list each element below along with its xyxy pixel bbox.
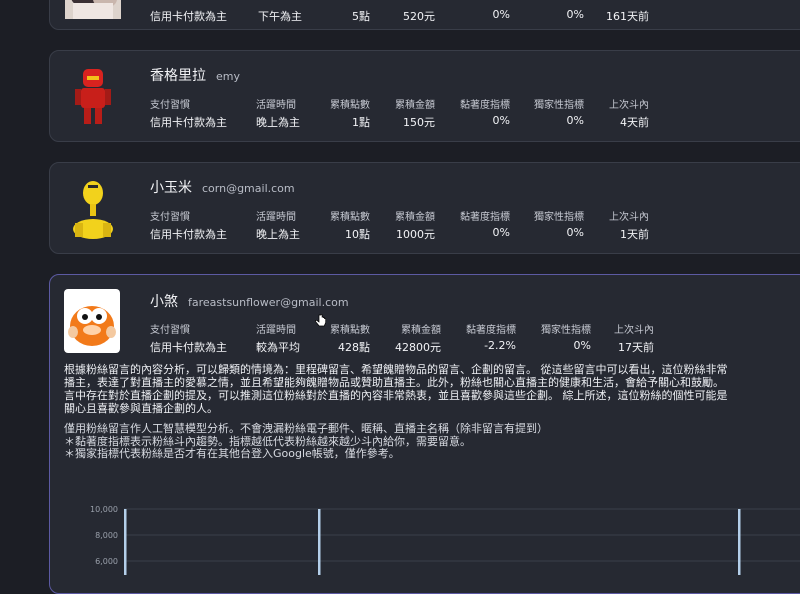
stat-value: 0% xyxy=(566,8,584,21)
stat-value: 1000元 xyxy=(396,228,435,241)
stat-label: 累積金額 xyxy=(395,212,435,223)
stat-label: 累積點數 xyxy=(330,100,370,111)
fan-email: fareastsunflower@gmail.com xyxy=(188,296,349,309)
stat-label: 活躍時間 xyxy=(256,325,296,336)
fan-card-partial[interactable]: 信用卡付款為主 下午為主 5點 520元 0% 0% 161天前 xyxy=(49,0,800,30)
stat-label: 上次斗內 xyxy=(609,100,649,111)
fan-name: 小玉米 xyxy=(150,180,192,196)
stat-value: 信用卡付款為主 xyxy=(150,116,227,129)
bar-edge xyxy=(318,509,321,589)
stat-label: 獨家性指標 xyxy=(534,100,584,111)
stat-label: 累積金額 xyxy=(395,100,435,111)
stat-label: 支付習慣 xyxy=(150,325,190,336)
analysis-line: 播主，表達了對直播主的愛慕之情，並且希望能夠餽贈物品或贊助直播主。此外，粉絲也關… xyxy=(64,376,724,389)
red-robot-icon xyxy=(75,69,111,124)
stat-value: 520元 xyxy=(403,10,435,23)
fan-name-row: 小煞 fareastsunflower@gmail.com xyxy=(150,291,349,311)
stat-value: 0% xyxy=(566,114,584,127)
bar-edge xyxy=(124,509,127,589)
stat-label: 黏著度指標 xyxy=(466,325,516,336)
stat-value: 42800元 xyxy=(395,341,441,354)
stat-value: 0% xyxy=(566,226,584,239)
stat-value: 150元 xyxy=(403,116,435,129)
stat-value: 信用卡付款為主 xyxy=(150,228,227,241)
fan-email: emy xyxy=(216,70,240,83)
stat-value: 17天前 xyxy=(618,341,654,354)
fan-avatar xyxy=(64,65,122,129)
stat-value: 10點 xyxy=(345,228,370,241)
fan-avatar xyxy=(64,177,122,241)
yellow-robot-icon xyxy=(73,181,113,239)
stat-value: 晚上為主 xyxy=(256,228,300,241)
y-tick-label: 8,000 xyxy=(95,531,118,540)
donation-chart: 10,000 8,000 6,000 xyxy=(50,495,800,589)
stat-value: 信用卡付款為主 xyxy=(150,10,227,23)
analysis-line: 言中存在對於直播企劃的提及，可以推測這位粉絲對於直播的內容非常熱衷，並且喜歡參與… xyxy=(64,389,728,402)
fan-card[interactable]: 小玉米 corn@gmail.com 支付習慣 信用卡付款為主 活躍時間 晚上為主 … xyxy=(49,162,800,254)
stat-label: 獨家性指標 xyxy=(541,325,591,336)
stat-label: 黏著度指標 xyxy=(460,212,510,223)
stat-value: 1天前 xyxy=(620,228,649,241)
stat-label: 活躍時間 xyxy=(256,100,296,111)
mouse-cursor-icon xyxy=(315,313,327,332)
analysis-notes: 僅用粉絲留言作人工智慧模型分析。不會洩漏粉絲電子郵件、暱稱、直播主名稱（除非留言… xyxy=(64,422,800,461)
stat-value: 0% xyxy=(492,8,510,21)
stat-value: -2.2% xyxy=(484,339,516,352)
fan-avatar xyxy=(64,0,122,19)
fan-email: corn@gmail.com xyxy=(202,182,295,195)
fan-name: 小煞 xyxy=(150,294,178,310)
stat-label: 活躍時間 xyxy=(256,212,296,223)
note-line: ＊獨家指標代表粉絲是否才有在其他台登入Google帳號，僅作參考。 xyxy=(64,447,400,460)
stat-label: 支付習慣 xyxy=(150,100,190,111)
stat-label: 累積金額 xyxy=(401,325,441,336)
stat-value: 161天前 xyxy=(606,10,649,23)
anime-avatar-icon xyxy=(65,0,121,19)
stat-value: 0% xyxy=(573,339,591,352)
stat-value: 1點 xyxy=(352,116,370,129)
stat-value: 4天前 xyxy=(620,116,649,129)
fan-analysis-text: 根據粉絲留言的內容分析，可以歸類的情境為：里程碑留言、希望餽贈物品的留言、企劃的… xyxy=(64,363,800,415)
y-tick-label: 10,000 xyxy=(90,505,118,514)
stat-value: 下午為主 xyxy=(258,10,302,23)
fan-card[interactable]: 香格里拉 emy 支付習慣信用卡付款為主 活躍時間晚上為主 累積點數 1點 累積金… xyxy=(49,50,800,142)
stat-value: 較為平均 xyxy=(256,341,300,354)
stat-value: 428點 xyxy=(338,341,370,354)
fan-name-row: 小玉米 corn@gmail.com xyxy=(150,177,295,197)
stat-value: 晚上為主 xyxy=(256,116,300,129)
donation-chart-svg: 10,0008,0006,000 xyxy=(90,505,800,589)
fan-name-row: 香格里拉 emy xyxy=(150,65,240,85)
stat-label: 黏著度指標 xyxy=(460,100,510,111)
stat-value: 0% xyxy=(492,226,510,239)
fan-card-expanded[interactable]: 小煞 fareastsunflower@gmail.com 支付習慣信用卡付款為… xyxy=(49,274,800,594)
fan-avatar xyxy=(64,289,120,353)
orange-cat-icon xyxy=(68,306,116,346)
stat-value: 信用卡付款為主 xyxy=(150,341,227,354)
stat-label: 獨家性指標 xyxy=(534,212,584,223)
analysis-line: 根據粉絲留言的內容分析，可以歸類的情境為：里程碑留言、希望餽贈物品的留言、企劃的… xyxy=(64,363,728,376)
stat-label: 累積點數 xyxy=(330,212,370,223)
stat-label: 支付習慣 xyxy=(150,212,190,223)
stat-value: 0% xyxy=(492,114,510,127)
note-line: 僅用粉絲留言作人工智慧模型分析。不會洩漏粉絲電子郵件、暱稱、直播主名稱（除非留言… xyxy=(64,422,548,435)
analysis-line: 關心且喜歡參與直播企劃的人。 xyxy=(64,402,218,415)
stat-label: 累積點數 xyxy=(330,325,370,336)
stat-label: 上次斗內 xyxy=(614,325,654,336)
stat-value: 5點 xyxy=(352,10,370,23)
stat-label: 上次斗內 xyxy=(609,212,649,223)
bar-edge xyxy=(738,509,741,589)
fan-name: 香格里拉 xyxy=(150,68,206,84)
